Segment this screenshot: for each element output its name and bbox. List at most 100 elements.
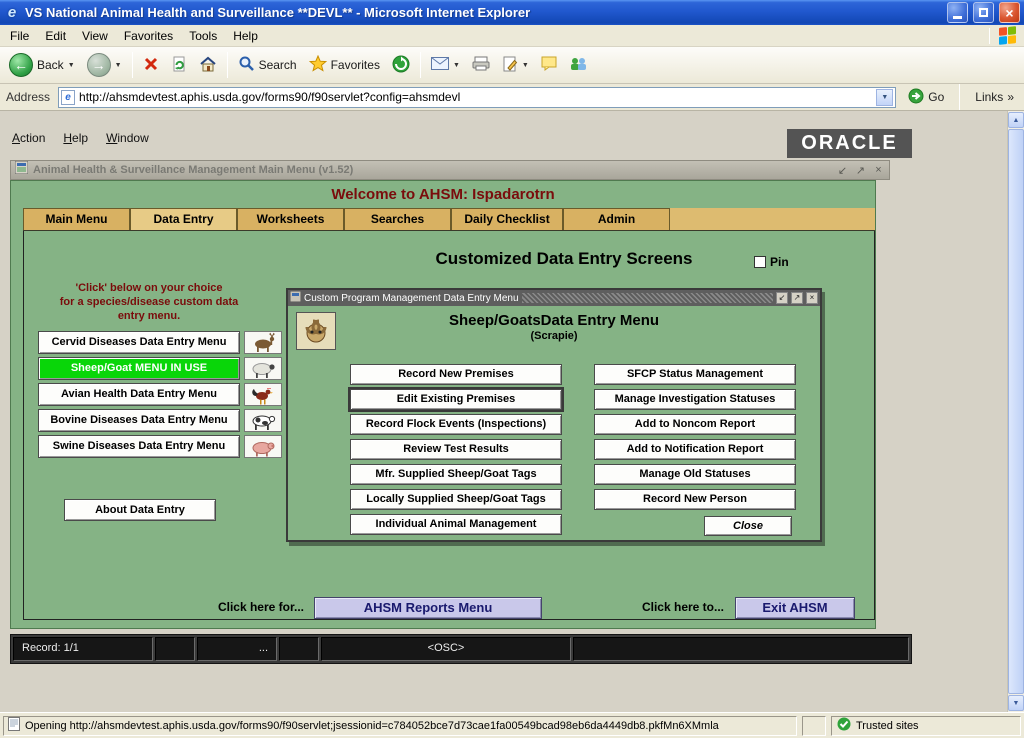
print-button[interactable] [467, 53, 495, 77]
tab-worksheets[interactable]: Worksheets [237, 208, 344, 230]
messenger-button[interactable] [564, 54, 592, 77]
media-button[interactable] [387, 52, 415, 79]
browser-toolbar: ← Back ▼ → ▼ Search Favorites [0, 47, 1024, 84]
search-button[interactable]: Search [233, 52, 302, 78]
back-dropdown-icon[interactable]: ▼ [68, 62, 75, 69]
scroll-down-icon[interactable]: ▼ [1008, 695, 1024, 711]
menu-edit[interactable]: Edit [37, 27, 74, 45]
form-maximize-icon[interactable]: ↗ [854, 164, 867, 177]
menu-file[interactable]: File [2, 27, 37, 45]
home-button[interactable] [194, 53, 222, 78]
address-bar: Address e ▼ Go Links » [0, 84, 1024, 111]
oracle-menu-action[interactable]: Action [12, 131, 45, 145]
form-close-icon[interactable]: × [872, 164, 885, 176]
scrollbar-thumb[interactable] [1008, 129, 1024, 694]
sheep-goat-menu-button[interactable]: Sheep/Goat MENU IN USE [38, 357, 240, 380]
oracle-menu-help[interactable]: Help [63, 131, 88, 145]
favorites-button[interactable]: Favorites [304, 52, 385, 78]
dialog-right-buttons: SFCP Status Management Manage Investigat… [594, 364, 796, 510]
tab-strip: Main Menu Data Entry Worksheets Searches… [23, 208, 875, 231]
sfcp-status-management-button[interactable]: SFCP Status Management [594, 364, 796, 385]
species-menu-buttons: Cervid Diseases Data Entry Menu Sheep/Go… [38, 331, 240, 458]
address-input[interactable] [79, 89, 872, 106]
toolbar-separator [132, 52, 133, 78]
form-window-titlebar[interactable]: Animal Health & Surveillance Management … [10, 160, 890, 180]
tab-admin[interactable]: Admin [563, 208, 670, 230]
forward-dropdown-icon[interactable]: ▼ [115, 62, 122, 69]
browser-window: e VS National Animal Health and Surveill… [0, 0, 1024, 738]
avian-menu-button[interactable]: Avian Health Data Entry Menu [38, 383, 240, 406]
dialog-restore-icon[interactable]: ↙ [776, 292, 788, 304]
links-button[interactable]: Links » [969, 88, 1020, 106]
add-to-notification-report-button[interactable]: Add to Notification Report [594, 439, 796, 460]
discuss-icon [541, 56, 557, 74]
stop-button[interactable] [138, 53, 164, 78]
edit-dropdown-icon[interactable]: ▼ [522, 62, 529, 69]
dialog-close-button[interactable]: Close [704, 516, 792, 536]
oracle-menu-window[interactable]: Window [106, 131, 149, 145]
address-dropdown-icon[interactable]: ▼ [876, 89, 893, 106]
edit-button[interactable]: ▼ [497, 53, 534, 78]
individual-animal-management-button[interactable]: Individual Animal Management [350, 514, 562, 535]
window-title: VS National Animal Health and Surveillan… [25, 5, 942, 20]
ahsm-reports-menu-button[interactable]: AHSM Reports Menu [314, 597, 542, 619]
mail-icon [431, 57, 449, 73]
exit-ahsm-button[interactable]: Exit AHSM [735, 597, 855, 619]
form-restore-icon[interactable]: ↙ [836, 164, 849, 177]
cervid-menu-button[interactable]: Cervid Diseases Data Entry Menu [38, 331, 240, 354]
menu-favorites[interactable]: Favorites [116, 27, 181, 45]
security-zone-panel: Trusted sites [831, 716, 1021, 736]
dialog-titlebar[interactable]: Custom Program Management Data Entry Men… [288, 290, 820, 306]
pin-checkbox[interactable] [754, 256, 766, 268]
home-icon [199, 56, 217, 75]
back-label: Back [37, 58, 64, 72]
discuss-button[interactable] [536, 53, 562, 77]
edit-existing-premises-button[interactable]: Edit Existing Premises [350, 389, 562, 410]
record-new-premises-button[interactable]: Record New Premises [350, 364, 562, 385]
pin-label: Pin [770, 255, 789, 269]
mfr-supplied-tags-button[interactable]: Mfr. Supplied Sheep/Goat Tags [350, 464, 562, 485]
record-new-person-button[interactable]: Record New Person [594, 489, 796, 510]
status-panel [802, 716, 826, 736]
mail-dropdown-icon[interactable]: ▼ [453, 62, 460, 69]
titlebar[interactable]: e VS National Animal Health and Surveill… [0, 0, 1024, 25]
search-label: Search [259, 58, 297, 72]
reports-caption: Click here for... [144, 600, 304, 614]
go-button[interactable]: Go [902, 86, 950, 109]
back-button[interactable]: ← Back ▼ [4, 50, 80, 80]
menu-view[interactable]: View [74, 27, 116, 45]
stop-icon [143, 56, 159, 75]
bovine-menu-button[interactable]: Bovine Diseases Data Entry Menu [38, 409, 240, 432]
review-test-results-button[interactable]: Review Test Results [350, 439, 562, 460]
oracle-menubar: Action Help Window [12, 131, 149, 145]
scroll-up-icon[interactable]: ▲ [1008, 112, 1024, 128]
menu-tools[interactable]: Tools [181, 27, 225, 45]
record-flock-events-button[interactable]: Record Flock Events (Inspections) [350, 414, 562, 435]
tab-daily-checklist[interactable]: Daily Checklist [451, 208, 563, 230]
status-cell-dots: ... [197, 637, 277, 661]
about-data-entry-button[interactable]: About Data Entry [64, 499, 216, 521]
locally-supplied-tags-button[interactable]: Locally Supplied Sheep/Goat Tags [350, 489, 562, 510]
minimize-button[interactable] [947, 2, 968, 23]
refresh-button[interactable] [166, 53, 192, 78]
forward-button[interactable]: → ▼ [82, 50, 127, 80]
manage-old-statuses-button[interactable]: Manage Old Statuses [594, 464, 796, 485]
dialog-maximize-icon[interactable]: ↗ [791, 292, 803, 304]
status-cell [155, 637, 195, 661]
dialog-close-icon[interactable]: × [806, 292, 818, 304]
menu-help[interactable]: Help [225, 27, 266, 45]
vertical-scrollbar[interactable]: ▲ ▼ [1007, 111, 1024, 712]
add-to-noncom-report-button[interactable]: Add to Noncom Report [594, 414, 796, 435]
swine-menu-button[interactable]: Swine Diseases Data Entry Menu [38, 435, 240, 458]
instruction-line: entry menu. [34, 309, 264, 323]
manage-investigation-statuses-button[interactable]: Manage Investigation Statuses [594, 389, 796, 410]
tab-main-menu[interactable]: Main Menu [23, 208, 130, 230]
close-button[interactable]: × [999, 2, 1020, 23]
tab-data-entry[interactable]: Data Entry [130, 208, 237, 230]
mail-button[interactable]: ▼ [426, 54, 465, 76]
maximize-button[interactable] [973, 2, 994, 23]
tab-searches[interactable]: Searches [344, 208, 451, 230]
edit-icon [502, 56, 518, 75]
cow-icon [244, 409, 282, 432]
dialog-heading: Sheep/GoatsData Entry Menu [288, 312, 820, 329]
